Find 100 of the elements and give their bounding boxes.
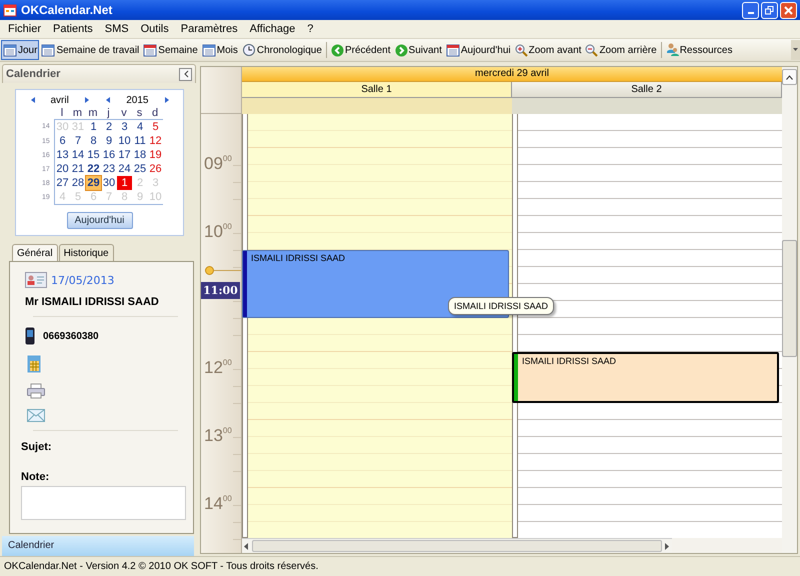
menu-item[interactable]: ?: [301, 23, 320, 35]
caret-icon: [793, 48, 798, 52]
id-card-icon: [25, 272, 47, 288]
close-button[interactable]: [780, 2, 797, 18]
toolbar-button[interactable]: Ressources: [664, 40, 734, 60]
tab[interactable]: Général: [12, 244, 58, 261]
chevron-left-icon: [182, 70, 188, 78]
day-cell[interactable]: 5: [148, 120, 164, 134]
day-cell[interactable]: 10: [116, 134, 132, 148]
navigation-bar-item[interactable]: Calendrier: [2, 536, 194, 556]
calendar-icon: [3, 3, 17, 17]
toolbar-button[interactable]: Zoom avant: [512, 40, 584, 60]
toolbar-button[interactable]: Semaine: [141, 40, 200, 60]
patient-name: Mr ISMAILI IDRISSI SAAD: [25, 296, 160, 308]
menu-item[interactable]: Affichage: [244, 23, 302, 35]
weekday-label: s: [136, 107, 144, 119]
appointment-text: ISMAILI IDRISSI SAAD: [250, 252, 346, 265]
printer-icon: [27, 383, 45, 399]
appointment[interactable]: ISMAILI IDRISSI SAAD: [512, 352, 779, 403]
day-cell[interactable]: 24: [116, 162, 132, 176]
minimize-button[interactable]: [742, 2, 759, 18]
day-header: mercredi 29 avril: [242, 67, 782, 82]
day-cell[interactable]: 26: [148, 162, 164, 176]
date-text: 17/05/2013: [51, 274, 114, 286]
restore-button[interactable]: [761, 2, 778, 18]
day-cell[interactable]: 29: [86, 176, 102, 190]
right-triangle-icon: [665, 542, 670, 550]
day-cell[interactable]: 17: [116, 148, 132, 162]
day-cell[interactable]: 14: [70, 148, 86, 162]
collapse-button[interactable]: [179, 68, 192, 80]
resource-header[interactable]: Salle 1: [242, 82, 512, 98]
day-cell[interactable]: 2: [101, 120, 117, 134]
mobile-phone-icon: [25, 327, 35, 345]
day-cell[interactable]: 3: [116, 120, 132, 134]
scrollbar-thumb[interactable]: [252, 540, 662, 552]
day-cell[interactable]: 1: [86, 120, 102, 134]
day-cell[interactable]: 7: [70, 134, 86, 148]
menu-item[interactable]: SMS: [98, 23, 135, 35]
day-cell[interactable]: 15: [86, 148, 102, 162]
calendar-icon: [143, 43, 158, 57]
all-day-cell[interactable]: [242, 98, 512, 114]
day-cell[interactable]: 20: [54, 162, 70, 176]
month-label: avril: [50, 94, 70, 106]
overflow-button[interactable]: [791, 40, 800, 60]
weekday-label: v: [120, 107, 128, 119]
day-cell[interactable]: 13: [54, 148, 70, 162]
menu-item[interactable]: Fichier: [2, 23, 48, 35]
toolbar-button[interactable]: Mois: [200, 40, 240, 60]
left-triangle-icon: [30, 97, 34, 103]
tab[interactable]: Historique: [58, 244, 114, 261]
today-button[interactable]: Aujourd'hui: [66, 212, 132, 229]
menu-item[interactable]: Outils: [134, 23, 175, 35]
day-cell[interactable]: 8: [86, 134, 102, 148]
all-day-cell[interactable]: [512, 98, 782, 114]
toolbar-button[interactable]: Chronologique: [240, 40, 324, 60]
toolbar-button[interactable]: Précédent: [328, 40, 393, 60]
envelope-icon: [27, 409, 45, 422]
day-cell[interactable]: 4: [132, 120, 148, 134]
toolbar-button[interactable]: Semaine de travail: [39, 40, 142, 60]
left-triangle-icon: [244, 542, 249, 550]
hour-label: 13$^{00}$: [204, 425, 232, 445]
day-cell[interactable]: 1: [116, 176, 132, 190]
hour-label: 14$^{00}$: [204, 493, 232, 513]
note-label: Note:: [21, 471, 50, 483]
day-cell[interactable]: 22: [86, 162, 102, 176]
day-cell[interactable]: 21: [70, 162, 86, 176]
scrollbar-thumb[interactable]: [782, 240, 797, 357]
hour-label: 10$^{00}$: [204, 221, 232, 241]
calendar-icon: [202, 43, 216, 57]
day-cell[interactable]: 11: [132, 134, 148, 148]
day-cell[interactable]: 6: [54, 134, 70, 148]
clock-icon: [242, 43, 256, 57]
weekday-label: m: [87, 107, 99, 119]
calendar-icon: [3, 43, 17, 57]
day-cell[interactable]: 19: [148, 148, 164, 162]
toolbar-button[interactable]: Zoom arrière: [583, 40, 659, 60]
weekday-label: l: [60, 107, 64, 119]
day-cell[interactable]: 9: [101, 134, 117, 148]
people-icon: [666, 43, 679, 57]
day-cell[interactable]: 12: [148, 134, 164, 148]
year-label: 2015: [125, 94, 150, 106]
phone-number: 0669360380: [43, 330, 99, 342]
toolbar-button[interactable]: Jour: [1, 40, 40, 60]
resource-header[interactable]: Salle 2: [512, 82, 782, 98]
day-cell[interactable]: 23: [101, 162, 117, 176]
restore-icon: [765, 6, 774, 14]
horizontal-scrollbar[interactable]: [242, 538, 672, 553]
toolbar-button[interactable]: Suivant: [392, 40, 444, 60]
hour-label: 09$^{00}$: [204, 153, 232, 173]
day-cell[interactable]: 16: [101, 148, 117, 162]
day-cell[interactable]: 27: [54, 176, 70, 190]
toolbar-button[interactable]: Aujourd'hui: [444, 40, 513, 60]
day-cell[interactable]: 18: [132, 148, 148, 162]
day-cell[interactable]: 30: [101, 176, 117, 190]
note-field[interactable]: [21, 486, 186, 520]
menu-item[interactable]: Patients: [47, 23, 99, 35]
day-cell[interactable]: 28: [70, 176, 86, 190]
zoom-out-icon: [585, 44, 598, 56]
day-cell[interactable]: 25: [132, 162, 148, 176]
menu-item[interactable]: Paramètres: [174, 23, 244, 35]
